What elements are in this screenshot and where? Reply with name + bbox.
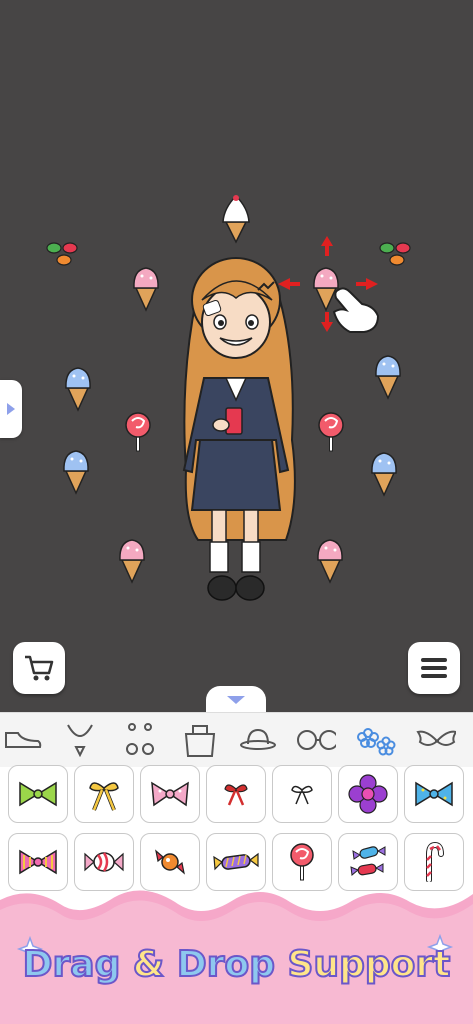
purple-flower-icon (348, 774, 388, 814)
necklace-icon (67, 724, 93, 757)
yellow-ribbon-icon (89, 782, 119, 811)
category-earrings-tab[interactable] (120, 720, 160, 760)
green-bow-icon (19, 781, 57, 807)
lollipop-icon (290, 843, 314, 881)
category-wings-tab[interactable] (416, 720, 456, 760)
banner-word-support: Support (287, 943, 452, 986)
lollipop-sticker (125, 412, 151, 452)
ice-cream-pink-sticker (133, 267, 159, 311)
earrings-icon (126, 723, 154, 755)
blue-bow-icon (415, 781, 453, 807)
red-ribbon-icon (224, 784, 248, 806)
shop-cart-button[interactable] (13, 642, 65, 694)
wings-icon (416, 730, 456, 746)
item-yellow-ribbon[interactable] (74, 765, 134, 823)
banner-word-drag: Drag (22, 943, 122, 986)
item-green-bow[interactable] (8, 765, 68, 823)
item-red-ribbon[interactable] (206, 765, 266, 823)
candy-wrapper-icon (84, 852, 124, 872)
avatar-character (182, 257, 296, 601)
ice-cream-blue-sticker (371, 452, 397, 496)
category-bar (0, 712, 473, 768)
cart-icon (25, 655, 54, 681)
item-black-ribbon[interactable] (272, 765, 332, 823)
wrapped-candy-icon (155, 849, 185, 875)
ice-cream-blue-sticker (65, 367, 91, 411)
item-pink-bow[interactable] (140, 765, 200, 823)
ice-cream-top-sticker (222, 194, 250, 244)
ice-cream-pink-sticker (313, 267, 339, 311)
collapse-panel-tab[interactable] (206, 686, 266, 714)
banner-ampersand: & (132, 943, 165, 986)
purple-candy-icon (213, 852, 259, 871)
scene (46, 194, 411, 601)
lollipop-sticker (318, 412, 344, 452)
candy-cane-icon (426, 842, 444, 882)
ice-cream-pink-sticker (119, 539, 145, 583)
promo-banner-title: Drag & Drop Support (0, 943, 473, 986)
hamburger-menu-icon (421, 658, 447, 678)
black-ribbon-icon (291, 785, 313, 805)
category-shoes-tab[interactable] (3, 720, 43, 760)
chevron-down-icon (227, 696, 245, 704)
ice-cream-blue-sticker (63, 450, 89, 494)
item-purple-flower[interactable] (338, 765, 398, 823)
category-glasses-tab[interactable] (296, 720, 336, 760)
side-panel-handle[interactable] (0, 380, 22, 438)
canvas-stage[interactable] (0, 0, 473, 714)
ice-cream-pink-sticker (317, 539, 343, 583)
jelly-beans-right-sticker (379, 242, 411, 266)
category-bags-tab[interactable] (180, 720, 220, 760)
glasses-icon (297, 730, 336, 750)
hat-icon (240, 728, 276, 750)
pink-bow-icon (151, 781, 189, 807)
category-necklace-tab[interactable] (60, 720, 100, 760)
candies-icon (350, 846, 386, 876)
banner-word-drop: Drop (176, 943, 276, 986)
pointer-hand-icon (332, 287, 380, 333)
category-stickers-tab[interactable] (356, 720, 396, 760)
bag-icon (184, 725, 216, 757)
shoe-icon (5, 732, 42, 748)
menu-button[interactable] (408, 642, 460, 694)
category-hats-tab[interactable] (238, 720, 278, 760)
ice-cream-blue-sticker (375, 355, 401, 399)
pink-striped-bow-icon (19, 849, 57, 875)
flower-sticker-icon (357, 728, 396, 756)
item-blue-bow[interactable] (404, 765, 464, 823)
jelly-beans-left-sticker (46, 242, 78, 266)
chevron-right-icon (7, 403, 15, 415)
